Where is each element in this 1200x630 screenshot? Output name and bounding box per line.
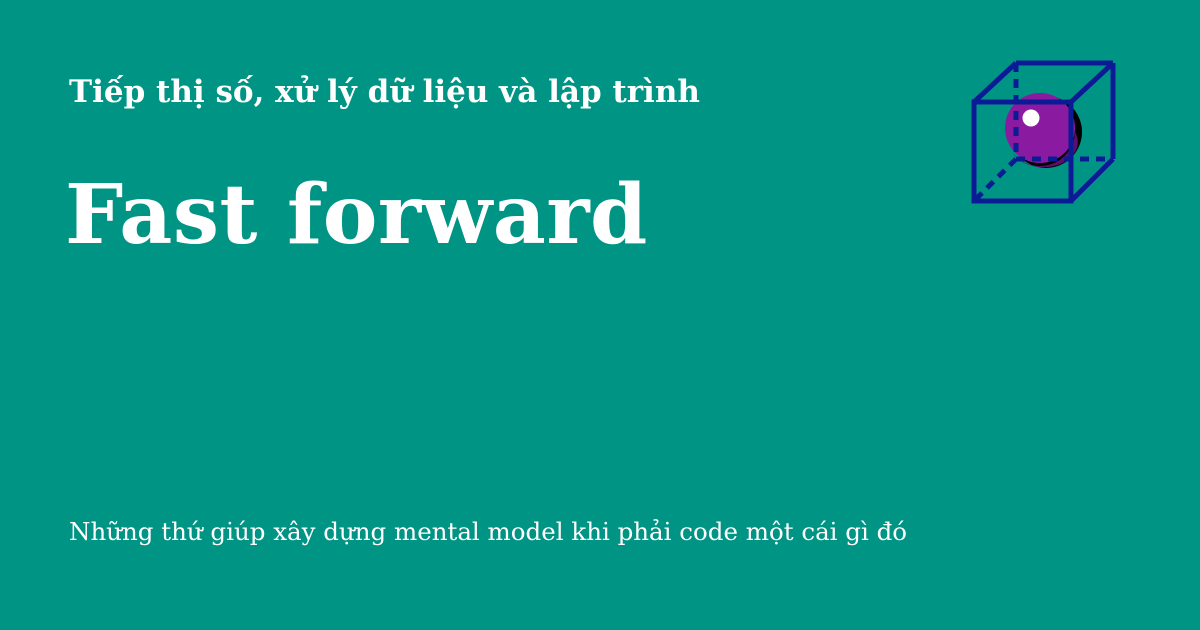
site-subtitle: Tiếp thị số, xử lý dữ liệu và lập trình xyxy=(69,74,700,110)
page-title: Fast forward xyxy=(65,167,648,263)
page-description: Những thứ giúp xây dựng mental model khi… xyxy=(69,517,908,546)
cube-with-sphere-icon xyxy=(971,60,1116,204)
